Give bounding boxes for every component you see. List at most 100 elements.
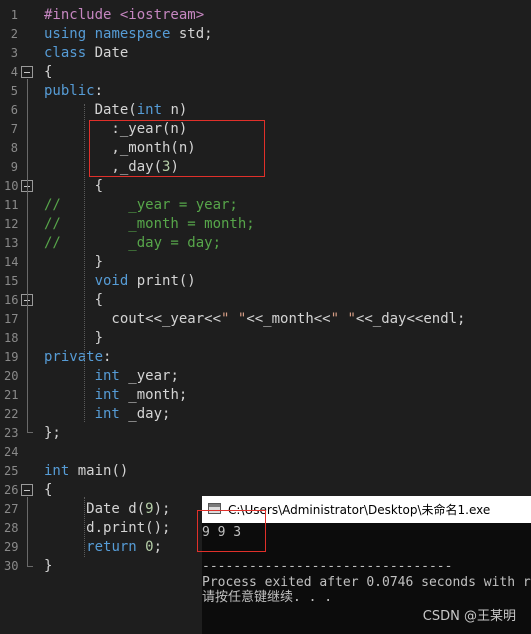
code-text: // _day = day; — [44, 234, 221, 253]
code-line[interactable]: 12 // _month = month; — [0, 215, 531, 234]
code-token: int — [44, 463, 70, 479]
line-number: 5 — [10, 84, 18, 98]
code-line[interactable]: 13 // _day = day; — [0, 234, 531, 253]
code-line[interactable]: 14 } — [0, 253, 531, 272]
code-token: { — [44, 292, 104, 308]
code-text: { — [44, 481, 52, 500]
code-text: { — [44, 177, 103, 196]
line-number: 13 — [4, 236, 19, 250]
fold-end-class — [27, 432, 33, 433]
code-line[interactable]: 10 { — [0, 177, 531, 196]
line-number: 12 — [4, 217, 19, 231]
line-number: 24 — [4, 445, 19, 459]
console-title: C:\Users\Administrator\Desktop\未命名1.exe — [228, 503, 491, 517]
code-line[interactable]: 4{ — [0, 63, 531, 82]
line-number: 17 — [4, 312, 19, 326]
code-text: // _month = month; — [44, 215, 255, 234]
code-line[interactable]: 19 private: — [0, 348, 531, 367]
csdn-watermark: CSDN @王某明 — [422, 609, 516, 624]
code-token: private — [44, 349, 104, 365]
code-text: { — [44, 63, 52, 82]
code-token: } — [44, 558, 53, 574]
line-number: 1 — [10, 8, 18, 22]
code-token: }; — [44, 425, 61, 441]
code-line[interactable]: 5 public: — [0, 82, 531, 101]
code-text: cout<<_year<<" "<<_month<<" "<<_day<<end… — [44, 310, 465, 329]
code-line[interactable]: 6 Date(int n) — [0, 101, 531, 120]
code-line[interactable]: 17 cout<<_year<<" "<<_month<<" "<<_day<<… — [0, 310, 531, 329]
code-line[interactable]: 8 ,_month(n) — [0, 139, 531, 158]
line-number: 10 — [4, 179, 19, 193]
line-number: 6 — [10, 103, 18, 117]
fold-guide-class — [27, 79, 28, 432]
code-token: _year; — [119, 368, 179, 384]
line-number: 9 — [10, 160, 18, 174]
code-token: 0 — [145, 539, 154, 555]
line-number: 8 — [10, 141, 18, 155]
code-text: int main() — [44, 462, 128, 481]
code-line[interactable]: 16 { — [0, 291, 531, 310]
line-number: 4 — [10, 65, 18, 79]
continue-prompt: 请按任意键继续. . . — [202, 590, 333, 605]
code-token: <<_month<< — [246, 311, 331, 327]
line-number: 23 — [4, 426, 19, 440]
code-text: return 0; — [44, 538, 162, 557]
code-line[interactable]: 3 class Date — [0, 44, 531, 63]
line-number: 14 — [4, 255, 19, 269]
code-token: { — [44, 482, 53, 498]
code-line[interactable]: 7 :_year(n) — [0, 120, 531, 139]
code-token: { — [44, 178, 104, 194]
code-line[interactable]: 18 } — [0, 329, 531, 348]
output-highlight — [197, 510, 266, 552]
code-line[interactable]: 11 // _year = year; — [0, 196, 531, 215]
code-line[interactable]: 23}; — [0, 424, 531, 443]
code-token: // _year = year; — [44, 197, 238, 213]
code-text: public: — [44, 82, 103, 101]
code-text: } — [44, 253, 103, 272]
code-token: " " — [221, 311, 247, 327]
code-line[interactable]: 21 int _month; — [0, 386, 531, 405]
code-token: // _month = month; — [44, 216, 255, 232]
code-token: } — [44, 330, 104, 346]
fold-toggle-icon[interactable] — [21, 66, 33, 78]
line-number: 11 — [4, 198, 19, 212]
code-token: } — [44, 254, 104, 270]
code-token: return — [86, 539, 137, 555]
line-number: 27 — [4, 502, 19, 516]
fold-end-main — [27, 566, 33, 567]
code-text: private: — [44, 348, 111, 367]
code-text: int _day; — [44, 405, 171, 424]
code-line[interactable]: 2 using namespace std; — [0, 25, 531, 44]
code-token: public — [44, 83, 95, 99]
line-number: 16 — [4, 293, 19, 307]
code-line[interactable]: 25 int main() — [0, 462, 531, 481]
indent-guide — [84, 497, 85, 557]
line-number: 26 — [4, 483, 19, 497]
code-line[interactable]: 24 — [0, 443, 531, 462]
line-number: 25 — [4, 464, 19, 478]
code-token: 9 — [145, 501, 154, 517]
code-token: // _day = day; — [44, 235, 222, 251]
code-token: Date — [86, 45, 129, 61]
code-token: <<_day<<endl; — [355, 311, 466, 327]
fold-toggle-icon[interactable] — [21, 484, 33, 496]
code-token: int — [94, 368, 120, 384]
code-text: #include <iostream> — [44, 6, 204, 25]
code-line[interactable]: 22 int _day; — [0, 405, 531, 424]
code-text: }; — [44, 424, 61, 443]
line-number: 20 — [4, 369, 19, 383]
line-number: 21 — [4, 388, 19, 402]
code-line[interactable]: 20 int _year; — [0, 367, 531, 386]
code-token: cout<<_year<< — [44, 311, 222, 327]
code-token: int — [136, 102, 163, 118]
code-line[interactable]: 15 void print() — [0, 272, 531, 291]
code-line[interactable]: 1 #include <iostream> — [0, 6, 531, 25]
code-token: : — [103, 349, 112, 365]
code-line[interactable]: 9 ,_day(3) — [0, 158, 531, 177]
code-token: using — [44, 26, 87, 42]
